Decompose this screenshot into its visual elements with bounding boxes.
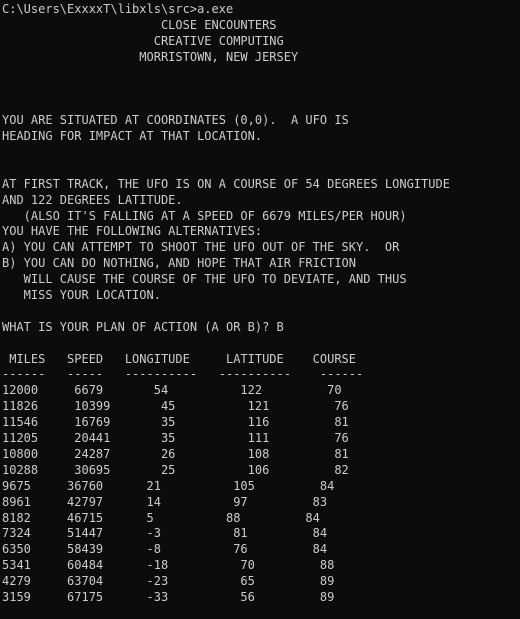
console-line: AT FIRST TRACK, THE UFO IS ON A COURSE O… bbox=[2, 176, 450, 191]
console-line: MISS YOUR LOCATION. bbox=[2, 288, 161, 303]
console-line: A) YOU CAN ATTEMPT TO SHOOT THE UFO OUT … bbox=[2, 240, 400, 255]
console-line: WHAT IS YOUR PLAN OF ACTION (A OR B)? B bbox=[2, 319, 284, 334]
console-line: 9675 36760 21 105 84 bbox=[2, 478, 335, 493]
console-line: 4279 63704 -23 65 89 bbox=[2, 574, 335, 589]
console-line: AND 122 DEGREES LATITUDE. bbox=[2, 192, 183, 207]
console-line: WILL CAUSE THE COURSE OF THE UFO TO DEVI… bbox=[2, 272, 407, 287]
console-line: 6350 58439 -8 76 84 bbox=[2, 542, 328, 557]
console-line: 5341 60484 -18 70 88 bbox=[2, 558, 335, 573]
console-line: HEADING FOR IMPACT AT THAT LOCATION. bbox=[2, 129, 263, 144]
console-line: 11826 10399 45 121 76 bbox=[2, 399, 349, 414]
console-window[interactable]: C:\Users\ExxxxT\libxls\src>a.exe CLOSE E… bbox=[0, 0, 520, 619]
console-line: CLOSE ENCOUNTERS bbox=[2, 17, 277, 32]
console-line: 8182 46715 5 88 84 bbox=[2, 510, 320, 525]
console-line: 8961 42797 14 97 83 bbox=[2, 494, 328, 509]
console-line: YOU ARE SITUATED AT COORDINATES (0,0). A… bbox=[2, 113, 349, 128]
console-line: C:\Users\ExxxxT\libxls\src>a.exe bbox=[2, 2, 234, 16]
console-line: 7324 51447 -3 81 84 bbox=[2, 526, 328, 541]
console-line: 11546 16769 35 116 81 bbox=[2, 415, 349, 430]
console-line: 3159 67175 -33 56 89 bbox=[2, 589, 335, 604]
console-output: C:\Users\ExxxxT\libxls\src>a.exe CLOSE E… bbox=[2, 2, 520, 606]
console-line: 10288 30695 25 106 82 bbox=[2, 462, 349, 477]
console-line: ------ ----- ---------- ---------- -----… bbox=[2, 367, 364, 382]
console-line: 12000 6679 54 122 70 bbox=[2, 383, 342, 398]
console-line: 10800 24287 26 108 81 bbox=[2, 446, 349, 461]
console-line: (ALSO IT'S FALLING AT A SPEED OF 6679 MI… bbox=[2, 208, 407, 223]
console-line: CREATIVE COMPUTING bbox=[2, 33, 284, 48]
console-line: 11205 20441 35 111 76 bbox=[2, 431, 349, 446]
console-line: MORRISTOWN, NEW JERSEY bbox=[2, 49, 299, 64]
console-line: B) YOU CAN DO NOTHING, AND HOPE THAT AIR… bbox=[2, 256, 357, 271]
console-line: YOU HAVE THE FOLLOWING ALTERNATIVES: bbox=[2, 224, 263, 239]
console-line: MILES SPEED LONGITUDE LATITUDE COURSE bbox=[2, 351, 357, 366]
